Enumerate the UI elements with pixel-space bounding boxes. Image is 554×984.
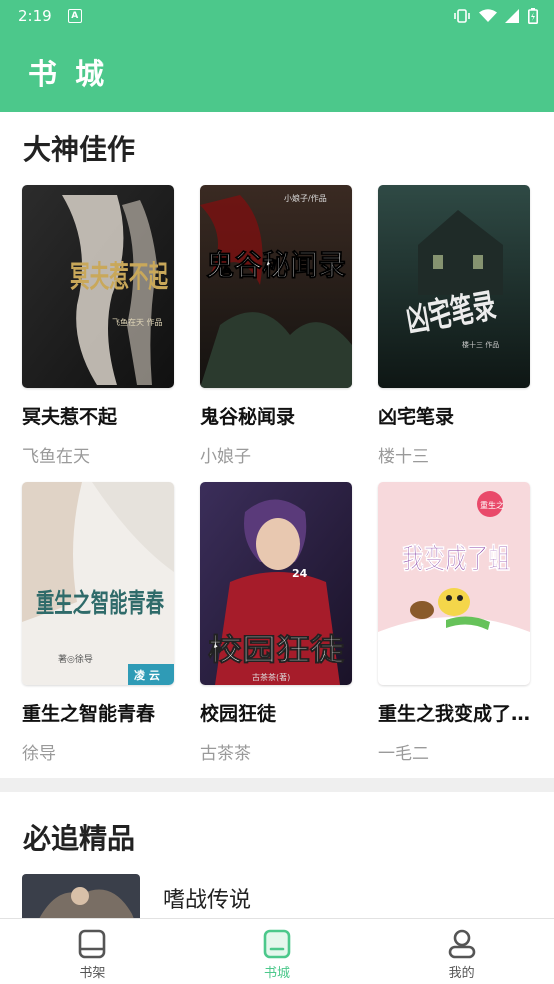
status-time: 2:19	[18, 7, 52, 25]
svg-text:飞鱼在天 作品: 飞鱼在天 作品	[112, 317, 163, 327]
svg-text:24: 24	[292, 567, 308, 580]
book-author: 一毛二	[378, 744, 429, 764]
signal-icon	[505, 9, 519, 23]
cover-title-text: 重生之智能青春	[36, 588, 164, 619]
svg-text:古茶茶(著): 古茶茶(著)	[252, 672, 290, 682]
book-cover[interactable]: 重生之 我变成了蛆	[378, 482, 530, 685]
section-title-recommended: 必追精品	[23, 822, 136, 855]
nav-label: 书城	[264, 966, 291, 981]
svg-text:著◎徐导: 著◎徐导	[58, 653, 93, 665]
book-cover[interactable]: 小娘子/作品 鬼谷秘闻录	[200, 185, 352, 388]
cover-title-text: 我变成了蛆	[402, 542, 510, 575]
list-item-title: 嗜战传说	[163, 888, 252, 913]
status-icons	[453, 8, 538, 24]
book-author: 飞鱼在天	[22, 447, 90, 467]
nav-item-bookstore[interactable]: 书城	[185, 919, 370, 984]
wifi-icon	[479, 9, 497, 22]
nav-label: 我的	[448, 966, 475, 981]
book-author: 楼十三	[378, 447, 429, 467]
cover-title-text: 校园狂徒	[208, 633, 345, 668]
book-cover[interactable]: 重生之智能青春 著◎徐导 凌 云	[22, 482, 174, 685]
svg-text:凌 云: 凌 云	[134, 668, 160, 682]
svg-text:楼十三 作品: 楼十三 作品	[462, 340, 499, 349]
bookshelf-icon	[79, 929, 106, 959]
book-author: 古茶茶	[200, 744, 251, 764]
book-thumbnail[interactable]	[22, 874, 140, 922]
book-cover[interactable]: 凶宅笔录 楼十三 作品	[378, 185, 530, 388]
battery-icon	[528, 8, 538, 24]
book-cover[interactable]: 24 校园狂徒 古茶茶(著)	[200, 482, 352, 685]
page-title: 书 城	[28, 57, 109, 91]
book-title: 冥夫惹不起	[22, 406, 118, 428]
notification-icon: A	[67, 9, 82, 23]
bottom-nav: 书架 书城 我的	[0, 918, 554, 984]
app-bar: 书 城	[0, 32, 554, 112]
svg-text:重生之: 重生之	[480, 500, 504, 510]
svg-text:小娘子/作品: 小娘子/作品	[284, 193, 327, 203]
book-title: 校园狂徒	[200, 703, 277, 725]
cover-title-text: 冥夫惹不起	[70, 260, 169, 295]
book-card[interactable]: 重生之智能青春 著◎徐导 凌 云 重生之智能青春 徐导	[22, 482, 176, 764]
nav-item-bookshelf[interactable]: 书架	[0, 919, 185, 984]
book-card[interactable]: 冥夫惹不起 飞鱼在天 作品 冥夫惹不起 飞鱼在天	[22, 185, 176, 467]
section-title-featured: 大神佳作	[23, 133, 136, 166]
book-card[interactable]: 小娘子/作品 鬼谷秘闻录 鬼谷秘闻录 小娘子	[200, 185, 354, 467]
book-title: 鬼谷秘闻录	[200, 406, 296, 428]
book-card[interactable]: 凶宅笔录 楼十三 作品 凶宅笔录 楼十三	[378, 185, 532, 467]
book-author: 小娘子	[200, 447, 251, 467]
section-divider	[0, 778, 554, 792]
book-title: 重生之我变成了...	[378, 703, 532, 725]
book-card[interactable]: 24 校园狂徒 古茶茶(著) 校园狂徒 古茶茶	[200, 482, 354, 764]
bookstore-icon	[263, 929, 291, 959]
nav-item-profile[interactable]: 我的	[369, 919, 554, 984]
list-item[interactable]: 嗜战传说	[22, 874, 542, 922]
nav-label: 书架	[79, 966, 106, 981]
book-title: 凶宅笔录	[378, 406, 455, 428]
cover-title-text: 鬼谷秘闻录	[206, 248, 346, 282]
book-author: 徐导	[22, 744, 56, 764]
book-card[interactable]: 重生之 我变成了蛆 重生之我变成了... 一毛二	[378, 482, 532, 764]
vibrate-icon	[454, 9, 470, 23]
book-title: 重生之智能青春	[22, 703, 156, 725]
status-bar: 2:19 A	[0, 0, 554, 32]
book-cover[interactable]: 冥夫惹不起 飞鱼在天 作品	[22, 185, 174, 388]
profile-icon	[448, 929, 475, 959]
